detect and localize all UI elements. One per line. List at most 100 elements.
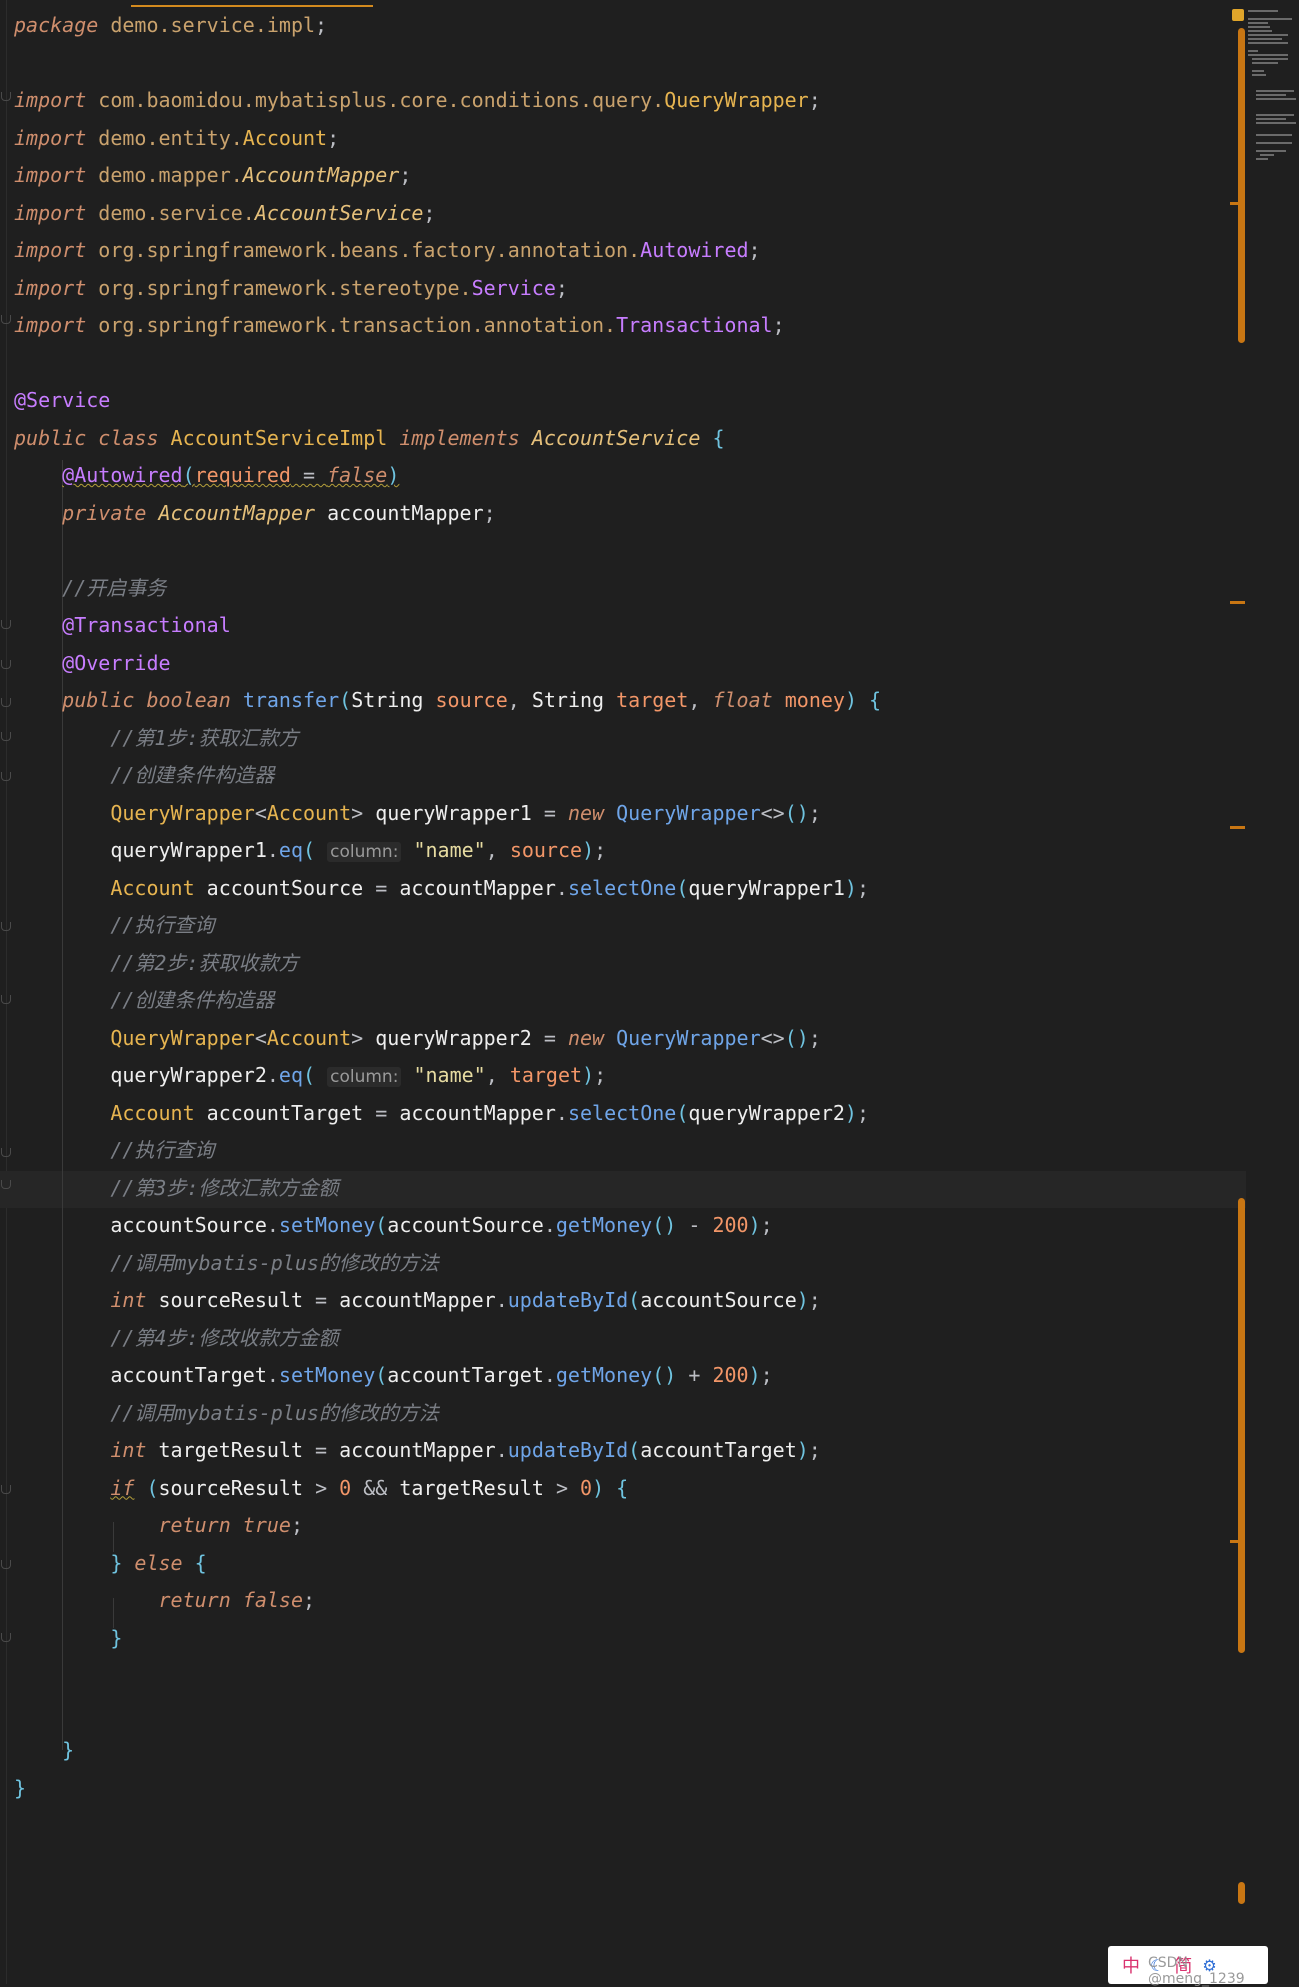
- scroll-marker[interactable]: [1230, 202, 1245, 205]
- code-line[interactable]: }: [14, 1732, 74, 1769]
- code-token: ;: [856, 875, 870, 900]
- code-line[interactable]: int targetResult = accountMapper.updateB…: [14, 1432, 821, 1469]
- code-token: sourceResult: [158, 1475, 304, 1500]
- ime-toolbar[interactable]: 中 ☾ 简 ⚙ CSDN @meng_1239: [1108, 1946, 1268, 1987]
- code-line[interactable]: import demo.mapper.AccountMapper;: [14, 157, 411, 194]
- code-token: 200: [712, 1363, 749, 1387]
- code-line[interactable]: } else {: [14, 1545, 206, 1582]
- code-token: ,: [688, 688, 713, 712]
- code-line[interactable]: int sourceResult = accountMapper.updateB…: [14, 1282, 821, 1319]
- fold-marker[interactable]: [1, 315, 11, 324]
- code-token: @Service: [14, 388, 111, 412]
- code-token: =: [375, 875, 388, 900]
- code-editor[interactable]: package demo.service.impl; import com.bao…: [0, 0, 1246, 1984]
- scrollbar-thumb[interactable]: [1238, 1198, 1245, 1653]
- code-line[interactable]: import org.springframework.stereotype.Se…: [14, 270, 568, 307]
- scrollbar-thumb[interactable]: [1238, 1882, 1245, 1904]
- code-line[interactable]: Account accountSource = accountMapper.se…: [14, 870, 869, 907]
- fold-marker[interactable]: [1, 660, 11, 669]
- code-line[interactable]: import demo.entity.Account;: [14, 120, 339, 157]
- scroll-marker[interactable]: [1230, 826, 1245, 829]
- code-line[interactable]: import org.springframework.beans.factory…: [14, 232, 761, 269]
- code-line[interactable]: //第4步:修改收款方金额: [14, 1320, 338, 1357]
- fold-marker[interactable]: [1, 922, 11, 931]
- code-line[interactable]: //开启事务: [14, 570, 166, 607]
- code-token: accountSource: [640, 1288, 797, 1312]
- code-token: source: [435, 688, 508, 712]
- code-line[interactable]: accountSource.setMoney(accountSource.get…: [14, 1207, 773, 1244]
- code-token: import: [14, 200, 87, 225]
- code-line[interactable]: }: [14, 1620, 122, 1657]
- code-token: queryWrapper1: [375, 800, 532, 825]
- fold-marker[interactable]: [1, 732, 11, 741]
- code-token: (: [182, 463, 195, 487]
- code-token: Account: [242, 125, 328, 150]
- code-line[interactable]: public boolean transfer(String source, S…: [14, 682, 881, 719]
- code-token: (: [303, 838, 316, 862]
- code-line[interactable]: //执行查询: [14, 1132, 214, 1169]
- code-token: AccountMapper: [242, 163, 400, 187]
- fold-marker[interactable]: [1, 995, 11, 1004]
- minimap[interactable]: [1248, 8, 1298, 198]
- code-token: (: [375, 1363, 388, 1387]
- code-token: =: [315, 1288, 328, 1312]
- fold-marker[interactable]: [1, 772, 11, 781]
- code-line[interactable]: //执行查询: [14, 907, 214, 944]
- code-token: column:: [327, 842, 402, 862]
- fold-marker[interactable]: [1, 1180, 11, 1189]
- code-token: setMoney: [278, 1213, 376, 1237]
- code-line[interactable]: //第3步:修改汇款方金额: [14, 1170, 338, 1207]
- code-line[interactable]: //创建条件构造器: [14, 757, 274, 794]
- code-line[interactable]: package demo.service.impl;: [14, 7, 327, 44]
- fold-marker[interactable]: [1, 1560, 11, 1569]
- code-line[interactable]: @Autowired(required = false): [14, 457, 399, 494]
- code-line[interactable]: @Service: [14, 382, 110, 419]
- code-line[interactable]: @Transactional: [14, 607, 231, 644]
- ime-mode-label[interactable]: 中: [1122, 1952, 1140, 1978]
- minimap-line: [1256, 122, 1296, 124]
- code-token: ): [844, 875, 857, 900]
- code-line[interactable]: import org.springframework.transaction.a…: [14, 307, 785, 344]
- scroll-marker[interactable]: [1230, 1540, 1245, 1543]
- code-line[interactable]: @Override: [14, 645, 170, 682]
- code-line[interactable]: }: [14, 1770, 26, 1807]
- code-line[interactable]: public class AccountServiceImpl implemen…: [14, 420, 724, 457]
- code-token: updateById: [507, 1438, 629, 1462]
- code-token: (: [375, 1213, 388, 1237]
- fold-marker[interactable]: [1, 1633, 11, 1642]
- code-line[interactable]: import demo.service.AccountService;: [14, 195, 435, 232]
- code-line[interactable]: //第2步:获取收款方: [14, 945, 298, 982]
- minimap-line: [1248, 50, 1258, 52]
- code-line[interactable]: //调用mybatis-plus的修改的方法: [14, 1395, 439, 1432]
- fold-marker[interactable]: [1, 1148, 11, 1157]
- code-line[interactable]: import com.baomidou.mybatisplus.core.con…: [14, 82, 821, 119]
- code-line[interactable]: Account accountTarget = accountMapper.se…: [14, 1095, 869, 1132]
- code-line[interactable]: accountTarget.setMoney(accountTarget.get…: [14, 1357, 772, 1394]
- code-line[interactable]: queryWrapper2.eq( column: "name", target…: [14, 1057, 606, 1094]
- code-token: ): [844, 1100, 857, 1125]
- code-line[interactable]: //创建条件构造器: [14, 982, 274, 1019]
- code-token: demo.service.: [98, 200, 255, 225]
- code-token: =: [543, 800, 556, 825]
- code-token: ;: [423, 200, 436, 225]
- code-token: ;: [399, 163, 412, 187]
- code-line[interactable]: queryWrapper1.eq( column: "name", source…: [14, 832, 606, 869]
- code-token: ;: [760, 1213, 773, 1237]
- code-line[interactable]: //调用mybatis-plus的修改的方法: [14, 1245, 439, 1282]
- code-line[interactable]: if (sourceResult > 0 && targetResult > 0…: [14, 1470, 628, 1507]
- code-line[interactable]: QueryWrapper<Account> queryWrapper1 = ne…: [14, 795, 821, 832]
- fold-marker[interactable]: [1, 92, 11, 101]
- fold-marker[interactable]: [1, 1485, 11, 1494]
- warning-indicator-icon[interactable]: [1232, 9, 1244, 21]
- code-line[interactable]: return true;: [14, 1507, 304, 1544]
- scroll-marker[interactable]: [1230, 601, 1245, 604]
- code-line[interactable]: QueryWrapper<Account> queryWrapper2 = ne…: [14, 1020, 821, 1057]
- code-token: target: [509, 1063, 583, 1087]
- code-line[interactable]: private AccountMapper accountMapper;: [14, 495, 496, 532]
- code-line[interactable]: return false;: [14, 1582, 316, 1619]
- scrollbar-thumb[interactable]: [1238, 28, 1245, 343]
- fold-marker[interactable]: [1, 620, 11, 629]
- code-token: ): [748, 1213, 761, 1237]
- code-line[interactable]: //第1步:获取汇款方: [14, 720, 298, 757]
- fold-marker[interactable]: [1, 698, 11, 707]
